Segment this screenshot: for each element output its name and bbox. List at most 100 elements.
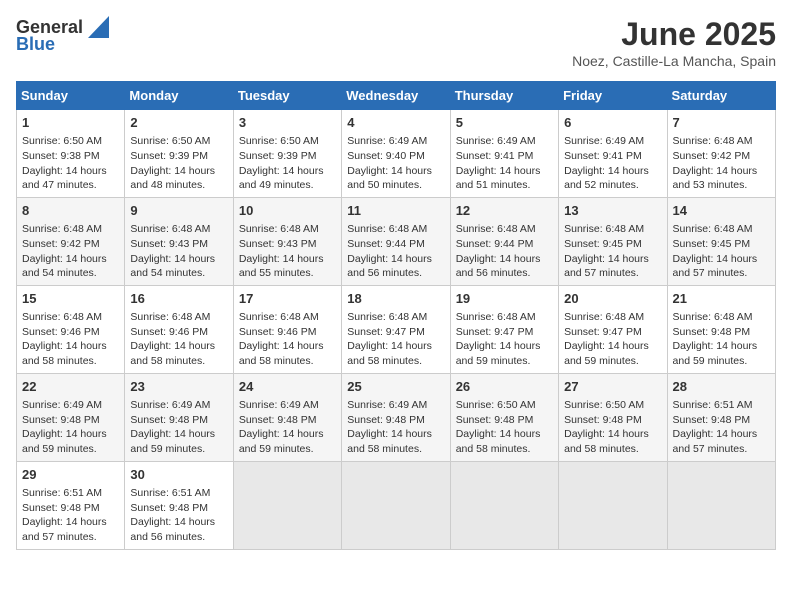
day-info: Sunrise: 6:49 AM Sunset: 9:48 PM Dayligh…: [347, 398, 444, 457]
column-header-monday: Monday: [125, 82, 233, 110]
page-title: June 2025: [572, 16, 776, 53]
calendar-cell: 7Sunrise: 6:48 AM Sunset: 9:42 PM Daylig…: [667, 110, 775, 198]
column-header-friday: Friday: [559, 82, 667, 110]
day-info: Sunrise: 6:49 AM Sunset: 9:41 PM Dayligh…: [456, 134, 553, 193]
day-number: 9: [130, 202, 227, 220]
week-row-1: 1 Sunrise: 6:50 AM Sunset: 9:38 PM Daylig…: [17, 110, 776, 198]
day-info: Sunrise: 6:51 AM Sunset: 9:48 PM Dayligh…: [130, 486, 227, 545]
day-info: Sunrise: 6:49 AM Sunset: 9:40 PM Dayligh…: [347, 134, 444, 193]
day-info: Sunrise: 6:48 AM Sunset: 9:45 PM Dayligh…: [564, 222, 661, 281]
calendar-cell: [233, 461, 341, 549]
day-number: 5: [456, 114, 553, 132]
week-row-5: 29 Sunrise: 6:51 AM Sunset: 9:48 PM Dayli…: [17, 461, 776, 549]
column-header-tuesday: Tuesday: [233, 82, 341, 110]
day-number: 23: [130, 378, 227, 396]
day-number: 4: [347, 114, 444, 132]
day-number: 27: [564, 378, 661, 396]
calendar-cell: 12Sunrise: 6:48 AM Sunset: 9:44 PM Dayli…: [450, 197, 558, 285]
calendar-cell: 21 Sunrise: 6:48 AM Sunset: 9:48 PM Dayli…: [667, 285, 775, 373]
calendar-header-row: SundayMondayTuesdayWednesdayThursdayFrid…: [17, 82, 776, 110]
calendar-cell: 19 Sunrise: 6:48 AM Sunset: 9:47 PM Dayli…: [450, 285, 558, 373]
day-info: Sunrise: 6:50 AM Sunset: 9:48 PM Dayligh…: [456, 398, 553, 457]
calendar-cell: 1 Sunrise: 6:50 AM Sunset: 9:38 PM Daylig…: [17, 110, 125, 198]
day-number: 16: [130, 290, 227, 308]
day-number: 3: [239, 114, 336, 132]
day-info: Sunrise: 6:51 AM Sunset: 9:48 PM Dayligh…: [22, 486, 119, 545]
calendar-cell: 20Sunrise: 6:48 AM Sunset: 9:47 PM Dayli…: [559, 285, 667, 373]
calendar-cell: 22 Sunrise: 6:49 AM Sunset: 9:48 PM Dayli…: [17, 373, 125, 461]
day-number: 1: [22, 114, 119, 132]
title-area: June 2025 Noez, Castille-La Mancha, Spai…: [572, 16, 776, 69]
calendar-cell: 14 Sunrise: 6:48 AM Sunset: 9:45 PM Dayli…: [667, 197, 775, 285]
day-info: Sunrise: 6:48 AM Sunset: 9:45 PM Dayligh…: [673, 222, 770, 281]
calendar-cell: 24 Sunrise: 6:49 AM Sunset: 9:48 PM Dayli…: [233, 373, 341, 461]
calendar-cell: 6Sunrise: 6:49 AM Sunset: 9:41 PM Daylig…: [559, 110, 667, 198]
day-info: Sunrise: 6:49 AM Sunset: 9:48 PM Dayligh…: [239, 398, 336, 457]
calendar-cell: 13 Sunrise: 6:48 AM Sunset: 9:45 PM Dayli…: [559, 197, 667, 285]
column-header-saturday: Saturday: [667, 82, 775, 110]
day-number: 15: [22, 290, 119, 308]
calendar-cell: 30 Sunrise: 6:51 AM Sunset: 9:48 PM Dayli…: [125, 461, 233, 549]
day-number: 25: [347, 378, 444, 396]
day-info: Sunrise: 6:48 AM Sunset: 9:47 PM Dayligh…: [347, 310, 444, 369]
day-info: Sunrise: 6:48 AM Sunset: 9:44 PM Dayligh…: [347, 222, 444, 281]
day-info: Sunrise: 6:50 AM Sunset: 9:38 PM Dayligh…: [22, 134, 119, 193]
week-row-3: 15 Sunrise: 6:48 AM Sunset: 9:46 PM Dayli…: [17, 285, 776, 373]
column-header-thursday: Thursday: [450, 82, 558, 110]
calendar-cell: 25 Sunrise: 6:49 AM Sunset: 9:48 PM Dayli…: [342, 373, 450, 461]
day-number: 14: [673, 202, 770, 220]
day-info: Sunrise: 6:48 AM Sunset: 9:48 PM Dayligh…: [673, 310, 770, 369]
calendar-cell: 4 Sunrise: 6:49 AM Sunset: 9:40 PM Daylig…: [342, 110, 450, 198]
calendar-cell: 16 Sunrise: 6:48 AM Sunset: 9:46 PM Dayli…: [125, 285, 233, 373]
day-number: 28: [673, 378, 770, 396]
day-number: 22: [22, 378, 119, 396]
day-info: Sunrise: 6:48 AM Sunset: 9:44 PM Dayligh…: [456, 222, 553, 281]
day-number: 29: [22, 466, 119, 484]
day-number: 17: [239, 290, 336, 308]
day-number: 19: [456, 290, 553, 308]
day-info: Sunrise: 6:49 AM Sunset: 9:48 PM Dayligh…: [22, 398, 119, 457]
day-number: 18: [347, 290, 444, 308]
logo: General Blue: [16, 16, 109, 55]
day-number: 11: [347, 202, 444, 220]
day-info: Sunrise: 6:48 AM Sunset: 9:46 PM Dayligh…: [239, 310, 336, 369]
day-info: Sunrise: 6:50 AM Sunset: 9:39 PM Dayligh…: [239, 134, 336, 193]
header: General Blue June 2025 Noez, Castille-La…: [16, 16, 776, 69]
day-info: Sunrise: 6:48 AM Sunset: 9:42 PM Dayligh…: [22, 222, 119, 281]
column-header-wednesday: Wednesday: [342, 82, 450, 110]
day-info: Sunrise: 6:49 AM Sunset: 9:41 PM Dayligh…: [564, 134, 661, 193]
day-info: Sunrise: 6:48 AM Sunset: 9:42 PM Dayligh…: [673, 134, 770, 193]
day-number: 2: [130, 114, 227, 132]
calendar-cell: 29 Sunrise: 6:51 AM Sunset: 9:48 PM Dayli…: [17, 461, 125, 549]
day-info: Sunrise: 6:49 AM Sunset: 9:48 PM Dayligh…: [130, 398, 227, 457]
calendar-cell: [450, 461, 558, 549]
day-info: Sunrise: 6:48 AM Sunset: 9:47 PM Dayligh…: [456, 310, 553, 369]
day-number: 30: [130, 466, 227, 484]
calendar-cell: 11 Sunrise: 6:48 AM Sunset: 9:44 PM Dayli…: [342, 197, 450, 285]
calendar-cell: 26Sunrise: 6:50 AM Sunset: 9:48 PM Dayli…: [450, 373, 558, 461]
day-info: Sunrise: 6:50 AM Sunset: 9:39 PM Dayligh…: [130, 134, 227, 193]
day-number: 24: [239, 378, 336, 396]
week-row-4: 22 Sunrise: 6:49 AM Sunset: 9:48 PM Dayli…: [17, 373, 776, 461]
day-number: 13: [564, 202, 661, 220]
column-header-sunday: Sunday: [17, 82, 125, 110]
calendar-cell: 15Sunrise: 6:48 AM Sunset: 9:46 PM Dayli…: [17, 285, 125, 373]
calendar-cell: 10Sunrise: 6:48 AM Sunset: 9:43 PM Dayli…: [233, 197, 341, 285]
calendar-cell: 3 Sunrise: 6:50 AM Sunset: 9:39 PM Daylig…: [233, 110, 341, 198]
logo-blue-text: Blue: [16, 34, 55, 55]
day-info: Sunrise: 6:48 AM Sunset: 9:46 PM Dayligh…: [130, 310, 227, 369]
logo-icon: [83, 16, 109, 38]
calendar-cell: 5 Sunrise: 6:49 AM Sunset: 9:41 PM Daylig…: [450, 110, 558, 198]
calendar-cell: [342, 461, 450, 549]
week-row-2: 8 Sunrise: 6:48 AM Sunset: 9:42 PM Daylig…: [17, 197, 776, 285]
calendar-cell: [667, 461, 775, 549]
day-info: Sunrise: 6:51 AM Sunset: 9:48 PM Dayligh…: [673, 398, 770, 457]
day-info: Sunrise: 6:50 AM Sunset: 9:48 PM Dayligh…: [564, 398, 661, 457]
calendar-cell: 2 Sunrise: 6:50 AM Sunset: 9:39 PM Daylig…: [125, 110, 233, 198]
calendar-cell: 9Sunrise: 6:48 AM Sunset: 9:43 PM Daylig…: [125, 197, 233, 285]
day-number: 21: [673, 290, 770, 308]
calendar-cell: 27 Sunrise: 6:50 AM Sunset: 9:48 PM Dayli…: [559, 373, 667, 461]
day-number: 8: [22, 202, 119, 220]
calendar-cell: [559, 461, 667, 549]
day-info: Sunrise: 6:48 AM Sunset: 9:47 PM Dayligh…: [564, 310, 661, 369]
